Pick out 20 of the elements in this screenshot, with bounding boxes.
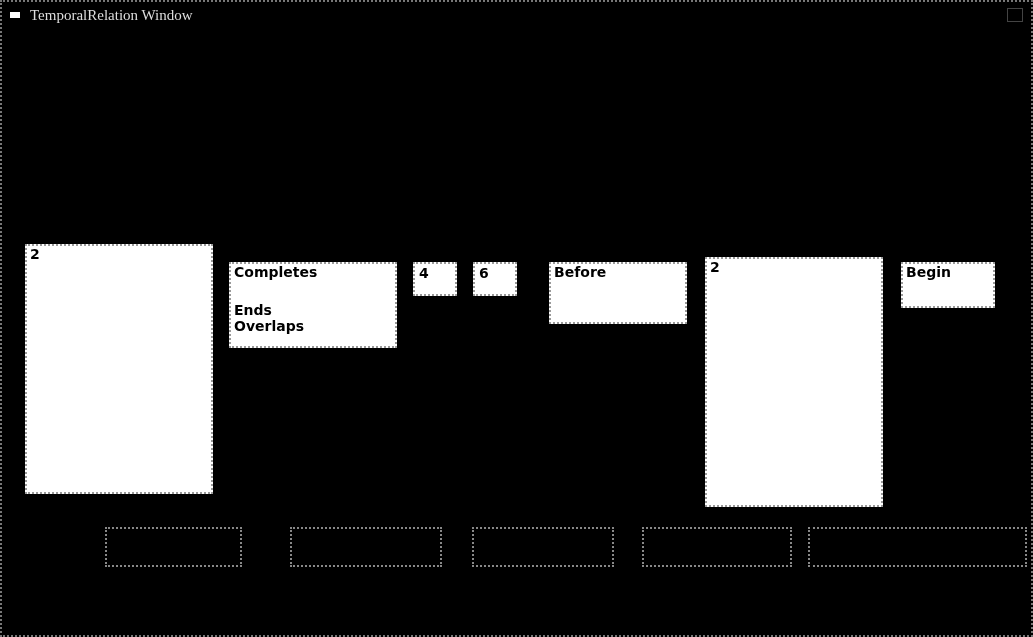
number-field[interactable]: 4 bbox=[413, 262, 457, 296]
number-field[interactable]: 6 bbox=[473, 262, 517, 296]
list-item[interactable]: 2 bbox=[27, 246, 211, 262]
list-item[interactable]: Before bbox=[551, 264, 685, 280]
relation-list[interactable]: Completes Ends Overlaps bbox=[229, 262, 397, 348]
point-list[interactable]: Begin bbox=[901, 262, 995, 308]
order-list[interactable]: Before bbox=[549, 262, 687, 324]
list-item[interactable]: Ends bbox=[231, 302, 395, 318]
list-item[interactable]: Completes bbox=[231, 264, 395, 280]
event-list[interactable]: 2 bbox=[705, 257, 883, 507]
push-button[interactable] bbox=[472, 527, 614, 567]
push-button[interactable] bbox=[105, 527, 242, 567]
list-item[interactable]: Overlaps bbox=[231, 318, 395, 334]
list-item[interactable]: Begin bbox=[903, 264, 993, 280]
event-list[interactable]: 2 bbox=[25, 244, 213, 494]
push-button[interactable] bbox=[808, 527, 1027, 567]
list-item[interactable]: 2 bbox=[707, 259, 881, 275]
window-title: TemporalRelation Window bbox=[30, 6, 194, 24]
push-button[interactable] bbox=[642, 527, 792, 567]
push-button[interactable] bbox=[290, 527, 442, 567]
